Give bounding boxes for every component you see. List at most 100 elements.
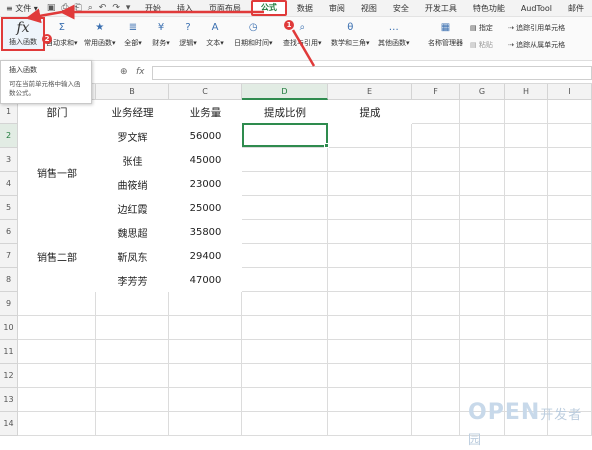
more-icon[interactable]: ▾: [126, 3, 131, 13]
date-time-button[interactable]: ◷ 日期和时间▾: [234, 19, 273, 48]
menu-bar: ≡ 文件 ▾ ▣ ⎙ ⎗ ⌕ ↶ ↷ ▾ 开始 插入 页面布局 公式 数据 审阅…: [0, 0, 592, 17]
tab-review[interactable]: 审阅: [321, 0, 353, 17]
cell-volume[interactable]: 47000: [169, 268, 242, 292]
formula-input[interactable]: [152, 66, 592, 80]
row-header-5[interactable]: 5: [0, 196, 18, 220]
tab-data[interactable]: 数据: [289, 0, 321, 17]
step-badge-1: 1: [284, 20, 294, 30]
watermark-logo: OPEN开发者园: [468, 400, 583, 448]
row-header-2[interactable]: 2: [0, 124, 18, 148]
row-header-10[interactable]: 10: [0, 316, 18, 340]
selected-cell-d2[interactable]: [242, 123, 329, 148]
row-header-7[interactable]: 7: [0, 244, 18, 268]
common-functions-button[interactable]: ★ 常用函数▾: [84, 19, 116, 48]
cell-manager[interactable]: 张佳: [96, 148, 169, 172]
fill-handle[interactable]: [324, 143, 329, 148]
column-header-f[interactable]: F: [412, 84, 460, 100]
cell-manager[interactable]: 靳凤东: [96, 244, 169, 268]
step-badge-2: 2: [42, 34, 52, 44]
name-manager-button[interactable]: ▦ 名称管理器: [428, 19, 463, 48]
column-header-i[interactable]: I: [548, 84, 592, 100]
cell-department-2[interactable]: 销售二部: [18, 220, 96, 292]
tab-formula[interactable]: 公式: [250, 0, 287, 16]
row-header-4[interactable]: 4: [0, 172, 18, 196]
export-icon[interactable]: ⎙: [61, 3, 68, 13]
column-header-g[interactable]: G: [460, 84, 505, 100]
clock-icon: ◷: [248, 21, 258, 33]
text-button[interactable]: A 文本▾: [206, 19, 224, 48]
tab-view[interactable]: 视图: [353, 0, 385, 17]
tab-security[interactable]: 安全: [385, 0, 417, 17]
specify-button[interactable]: ▤ 指定: [470, 23, 493, 33]
row-gridline: [18, 363, 592, 364]
tab-page-layout[interactable]: 页面布局: [201, 0, 249, 17]
sigma-icon: Σ: [58, 21, 65, 33]
cell-volume[interactable]: 35800: [169, 220, 242, 244]
column-header-c[interactable]: C: [169, 84, 242, 100]
tab-mail[interactable]: 邮件: [560, 0, 592, 17]
row-gridline: [18, 387, 592, 388]
row-header-8[interactable]: 8: [0, 268, 18, 292]
trace-precedents-button[interactable]: ⇢ 追踪引用单元格: [508, 23, 565, 33]
column-header-d[interactable]: D: [242, 84, 328, 100]
paste-button[interactable]: ▤ 粘贴: [470, 40, 493, 50]
cell-volume[interactable]: 25000: [169, 196, 242, 220]
finance-button[interactable]: ¥ 财务▾: [152, 19, 170, 48]
undo-icon[interactable]: ↶: [99, 3, 107, 13]
tab-insert[interactable]: 插入: [169, 0, 201, 17]
function-icon: fx: [16, 20, 30, 36]
print-icon[interactable]: ⎗: [75, 3, 82, 13]
redo-icon[interactable]: ↷: [112, 3, 120, 13]
cell-volume[interactable]: 45000: [169, 148, 242, 172]
insert-function-tooltip: 插入函数 可在当前单元格中输入函数公式。: [0, 60, 92, 104]
cell-header-commission[interactable]: 提成: [328, 100, 412, 124]
tab-features[interactable]: 特色功能: [465, 0, 513, 17]
preview-icon[interactable]: ⌕: [88, 3, 93, 13]
cell-header-volume[interactable]: 业务量: [169, 100, 242, 124]
zoom-icon[interactable]: ⊕: [120, 67, 128, 77]
row-header-13[interactable]: 13: [0, 388, 18, 412]
other-functions-button[interactable]: … 其他函数▾: [378, 19, 410, 48]
column-header-b[interactable]: B: [96, 84, 169, 100]
main-menu-button[interactable]: ≡ 文件 ▾: [0, 0, 44, 17]
ribbon: fx 插入函数 Σ 自动求和▾ ★ 常用函数▾ ≣ 全部▾ ¥ 财务▾ ? 逻辑…: [0, 17, 592, 61]
cell-manager[interactable]: 边红霞: [96, 196, 169, 220]
math-trig-button[interactable]: θ 数学和三角▾: [331, 19, 370, 48]
tab-home[interactable]: 开始: [137, 0, 169, 17]
fx-icon[interactable]: fx: [136, 67, 145, 77]
tab-developer[interactable]: 开发工具: [417, 0, 465, 17]
cell-manager[interactable]: 李芳芳: [96, 268, 169, 292]
cell-department-1[interactable]: 销售一部: [18, 124, 96, 220]
trace-dependents-button[interactable]: ⇢ 追踪从属单元格: [508, 40, 565, 50]
column-gridline: [411, 100, 412, 436]
tooltip-body: 可在当前单元格中输入函数公式。: [9, 80, 81, 97]
cell-header-commission-rate[interactable]: 提成比例: [242, 100, 328, 124]
column-header-h[interactable]: H: [505, 84, 548, 100]
text-icon: A: [211, 21, 219, 33]
autosum-button[interactable]: Σ 自动求和▾: [46, 19, 78, 48]
cell-header-manager[interactable]: 业务经理: [96, 100, 169, 124]
column-header-e[interactable]: E: [328, 84, 412, 100]
logic-button[interactable]: ? 逻辑▾: [179, 19, 197, 48]
row-header-12[interactable]: 12: [0, 364, 18, 388]
row-header-14[interactable]: 14: [0, 412, 18, 436]
column-gridline: [504, 100, 505, 436]
row-header-3[interactable]: 3: [0, 148, 18, 172]
cell-volume[interactable]: 56000: [169, 124, 242, 148]
cell-manager[interactable]: 罗文辉: [96, 124, 169, 148]
row-header-9[interactable]: 9: [0, 292, 18, 316]
all-functions-button[interactable]: ≣ 全部▾: [124, 19, 142, 48]
question-icon: ?: [185, 21, 191, 33]
cell-manager[interactable]: 魏思超: [96, 220, 169, 244]
row-header-11[interactable]: 11: [0, 340, 18, 364]
insert-function-button[interactable]: fx 插入函数: [1, 17, 45, 51]
tab-audtool[interactable]: AudTool: [513, 0, 560, 17]
row-header-6[interactable]: 6: [0, 220, 18, 244]
column-gridline: [547, 100, 548, 436]
cell-volume[interactable]: 29400: [169, 244, 242, 268]
column-gridline: [327, 100, 328, 436]
cell-volume[interactable]: 23000: [169, 172, 242, 196]
cell-manager[interactable]: 曲筱绡: [96, 172, 169, 196]
save-icon[interactable]: ▣: [47, 3, 56, 13]
currency-icon: ¥: [157, 21, 165, 33]
